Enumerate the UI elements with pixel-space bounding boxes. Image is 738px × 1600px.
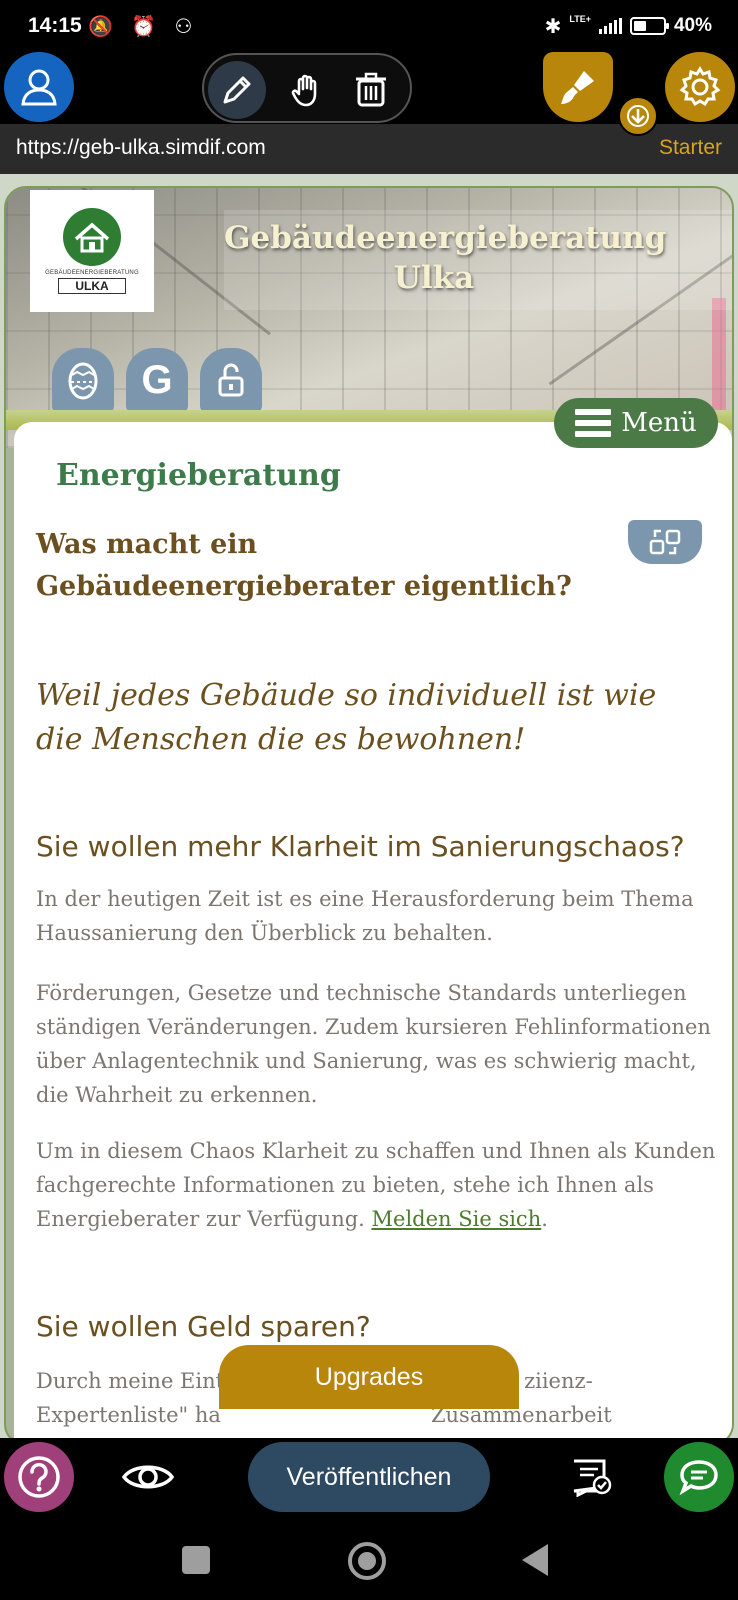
eye-icon (121, 1465, 175, 1489)
status-notification-icons: 🔕 ⏰ ⚇ (88, 14, 199, 38)
design-button[interactable] (543, 52, 613, 122)
preview-button[interactable] (120, 1452, 176, 1502)
help-button[interactable] (4, 1442, 74, 1512)
easter-egg-button[interactable] (52, 348, 114, 412)
publish-button[interactable]: Veröffentlichen (248, 1442, 490, 1512)
website-preview: GEBÄUDEENERGIEBERATUNG ULKA Gebäudeenerg… (0, 174, 738, 1438)
google-icon: G (141, 357, 173, 402)
delete-mode-button[interactable] (342, 61, 400, 119)
section1-paragraph-3[interactable]: Um in diesem Chaos Klarheit zu schaffen … (36, 1134, 716, 1236)
system-nav-bar (0, 1518, 738, 1600)
back-icon[interactable] (522, 1544, 548, 1576)
chat-icon (679, 1460, 718, 1496)
battery-percent: 40% (673, 15, 712, 36)
bluetooth-icon: ✱ (544, 14, 562, 38)
menu-button[interactable]: Menü (554, 398, 718, 448)
status-time: 14:15 (28, 14, 82, 37)
paint-brush-icon (561, 71, 594, 104)
site-frame: GEBÄUDEENERGIEBERATUNG ULKA Gebäudeenerg… (4, 186, 734, 1438)
question-heading[interactable]: Was macht ein Gebäudeenergieberater eige… (36, 524, 606, 608)
starter-plan-badge[interactable] (618, 96, 658, 136)
chat-button[interactable] (664, 1442, 734, 1512)
plan-label[interactable]: Starter (659, 136, 722, 160)
site-logo[interactable]: GEBÄUDEENERGIEBERATUNG ULKA (30, 190, 154, 312)
access-button[interactable] (200, 348, 262, 412)
logo-ring-text: GEBÄUDEENERGIEBERATUNG (45, 270, 139, 276)
edit-pencil-icon (223, 76, 251, 104)
swap-layout-icon (649, 529, 681, 555)
easter-egg-icon (68, 362, 98, 400)
quote-text[interactable]: Weil jedes Gebäude so individuell ist wi… (36, 674, 696, 762)
help-icon (18, 1456, 60, 1498)
upgrades-button[interactable]: Upgrades (219, 1345, 519, 1409)
section2-line-1-start: Durch meine Eint (36, 1369, 225, 1393)
layout-switch-button[interactable] (628, 520, 702, 564)
google-button[interactable]: G (126, 348, 188, 412)
bottom-app-bar: Veröffentlichen (0, 1438, 738, 1518)
gear-icon (679, 66, 721, 107)
battery-icon (629, 17, 669, 35)
settings-button[interactable] (665, 52, 735, 122)
hand-icon (291, 74, 317, 107)
unlock-icon (218, 363, 244, 397)
edit-mode-group (202, 53, 412, 123)
hamburger-icon (575, 409, 612, 437)
move-mode-button[interactable] (278, 61, 336, 119)
section1-paragraph-2[interactable]: Förderungen, Gesetze und technische Stan… (36, 976, 716, 1112)
site-title[interactable]: Gebäudeenergieberatung Ulka (224, 218, 666, 298)
menu-label: Menü (621, 408, 697, 438)
user-account-button[interactable] (4, 52, 74, 122)
status-bar: 14:15 🔕 ⏰ ⚇ ✱ LTE+ 40% (0, 0, 738, 52)
review-button[interactable] (566, 1452, 616, 1502)
signal-icon (598, 18, 622, 34)
section2-line-1-end: ziienz- (524, 1369, 593, 1393)
editor-toolbar (0, 52, 738, 136)
section1-paragraph-1[interactable]: In der heutigen Zeit ist es eine Herausf… (36, 882, 716, 950)
edit-mode-button[interactable] (208, 61, 266, 119)
download-arrow-icon (627, 105, 649, 127)
section1-heading[interactable]: Sie wollen mehr Klarheit im Sanierungsch… (36, 830, 685, 863)
home-icon[interactable] (348, 1542, 386, 1580)
house-logo-icon (63, 208, 121, 266)
paragraph-end: . (541, 1207, 548, 1231)
trash-icon (356, 72, 386, 107)
section2-line-2-start: Expertenliste" ha (36, 1403, 221, 1427)
status-right-group: ✱ LTE+ 40% (545, 14, 712, 38)
network-type: LTE+ (569, 14, 591, 24)
logo-name: ULKA (58, 278, 126, 294)
recents-icon[interactable] (182, 1546, 210, 1574)
section2-heading[interactable]: Sie wollen Geld sparen? (36, 1310, 371, 1343)
review-checklist-icon (573, 1459, 612, 1497)
user-icon (21, 69, 57, 106)
page-title[interactable]: Energieberatung (56, 458, 341, 493)
site-url[interactable]: https://geb-ulka.simdif.com (16, 136, 266, 160)
contact-link[interactable]: Melden Sie sich (372, 1207, 542, 1231)
page-content: Energieberatung Was macht ein Gebäudeene… (14, 422, 732, 1438)
